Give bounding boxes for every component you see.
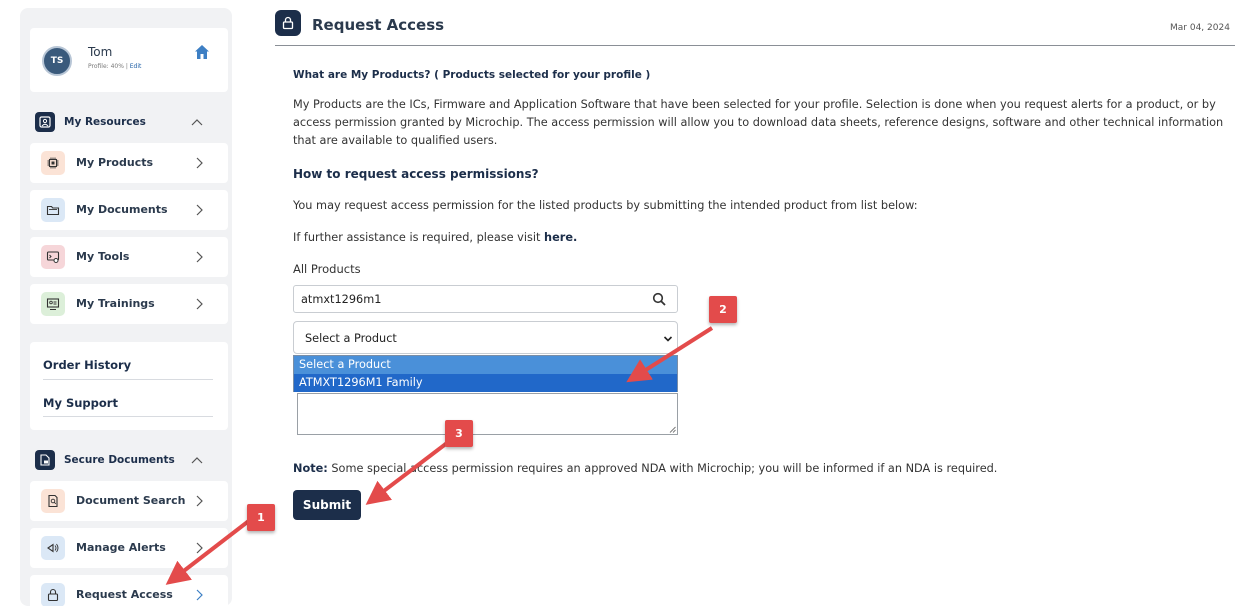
divider	[43, 416, 213, 417]
folder-icon	[41, 198, 65, 222]
chevron-down-icon	[663, 336, 673, 342]
submit-button[interactable]: Submit	[293, 490, 361, 520]
secure-documents-icon	[35, 450, 55, 470]
note-label: Note:	[293, 462, 328, 475]
sidebar-item-label: Document Search	[76, 494, 186, 507]
divider	[43, 379, 213, 380]
my-products-heading: What are My Products? ( Products selecte…	[293, 69, 651, 81]
annotation-badge-2: 2	[709, 296, 737, 323]
chevron-right-icon	[196, 251, 203, 263]
profile-completion: Profile: 40% |	[88, 63, 130, 70]
dropdown-option[interactable]: Select a Product	[294, 356, 677, 374]
chevron-up-icon[interactable]	[190, 115, 204, 129]
avatar[interactable]: TS	[42, 46, 72, 76]
sidebar-item-request-access[interactable]: Request Access	[30, 575, 228, 606]
tools-icon	[41, 245, 65, 269]
sidebar-item-document-search[interactable]: Document Search	[30, 481, 228, 521]
alerts-icon	[41, 536, 65, 560]
sidebar-item-my-trainings[interactable]: My Trainings	[30, 284, 228, 324]
assistance-prefix: If further assistance is required, pleas…	[293, 231, 545, 244]
product-search-input[interactable]: atmxt1296m1	[293, 285, 678, 313]
chevron-up-icon[interactable]	[190, 453, 204, 467]
sidebar-item-label: My Documents	[76, 203, 168, 216]
chevron-right-icon	[196, 589, 203, 601]
sidebar-item-manage-alerts[interactable]: Manage Alerts	[30, 528, 228, 568]
sidebar-item-label: My Tools	[76, 250, 130, 263]
my-resources-header[interactable]: My Resources	[30, 109, 228, 137]
sidebar-item-label: Request Access	[76, 588, 173, 601]
select-value: Select a Product	[305, 332, 397, 345]
chevron-right-icon	[196, 495, 203, 507]
lock-icon	[41, 583, 65, 606]
my-products-description: My Products are the ICs, Firmware and Ap…	[293, 98, 1224, 147]
secure-documents-header[interactable]: Secure Documents	[30, 447, 228, 475]
annotation-badge-3: 3	[445, 420, 473, 447]
comments-textarea[interactable]	[297, 393, 678, 435]
sidebar-item-my-tools[interactable]: My Tools	[30, 237, 228, 277]
training-icon	[41, 292, 65, 316]
search-value: atmxt1296m1	[301, 293, 382, 306]
note-text: Some special access permission requires …	[327, 462, 998, 475]
help-link[interactable]: here.	[544, 231, 577, 244]
profile-status: Profile: 40% | Edit	[88, 63, 141, 70]
sidebar: TS Tom Profile: 40% | Edit My Resources …	[20, 8, 232, 606]
nda-note: Note: Some special access permission req…	[293, 462, 997, 475]
sidebar-item-label: My Trainings	[76, 297, 155, 310]
sidebar-item-label: My Products	[76, 156, 154, 169]
lock-icon	[275, 10, 301, 36]
header-divider	[275, 45, 1235, 46]
product-dropdown-list: Select a Product ATMXT1296M1 Family	[293, 355, 678, 392]
assistance-text: If further assistance is required, pleas…	[293, 231, 577, 244]
home-icon[interactable]	[194, 44, 210, 60]
profile-name: Tom	[88, 45, 113, 59]
chip-icon	[41, 151, 65, 175]
chevron-right-icon	[196, 204, 203, 216]
profile-edit-link[interactable]: Edit	[130, 63, 142, 70]
page-title: Request Access	[312, 16, 445, 34]
my-resources-label: My Resources	[64, 116, 146, 128]
request-permissions-heading: How to request access permissions?	[293, 167, 539, 181]
resources-icon	[35, 112, 55, 132]
profile-card: TS Tom Profile: 40% | Edit	[30, 28, 228, 92]
order-history-link[interactable]: Order History	[43, 358, 131, 372]
resize-handle-icon[interactable]	[669, 426, 676, 433]
annotation-badge-1: 1	[247, 504, 275, 531]
all-products-label: All Products	[293, 262, 361, 276]
sidebar-item-label: Manage Alerts	[76, 541, 166, 554]
request-instructions: You may request access permission for th…	[293, 199, 918, 212]
chevron-right-icon	[196, 298, 203, 310]
product-select[interactable]: Select a Product	[293, 321, 678, 354]
sidebar-links-card: Order History My Support	[30, 342, 228, 430]
secure-documents-label: Secure Documents	[64, 454, 175, 466]
chevron-right-icon	[196, 157, 203, 169]
sidebar-item-my-documents[interactable]: My Documents	[30, 190, 228, 230]
my-support-link[interactable]: My Support	[43, 396, 118, 410]
dropdown-option-selected[interactable]: ATMXT1296M1 Family	[294, 374, 677, 392]
search-icon[interactable]	[652, 292, 667, 307]
current-date: Mar 04, 2024	[1170, 23, 1230, 33]
sidebar-item-my-products[interactable]: My Products	[30, 143, 228, 183]
document-search-icon	[41, 489, 65, 513]
chevron-right-icon	[196, 542, 203, 554]
